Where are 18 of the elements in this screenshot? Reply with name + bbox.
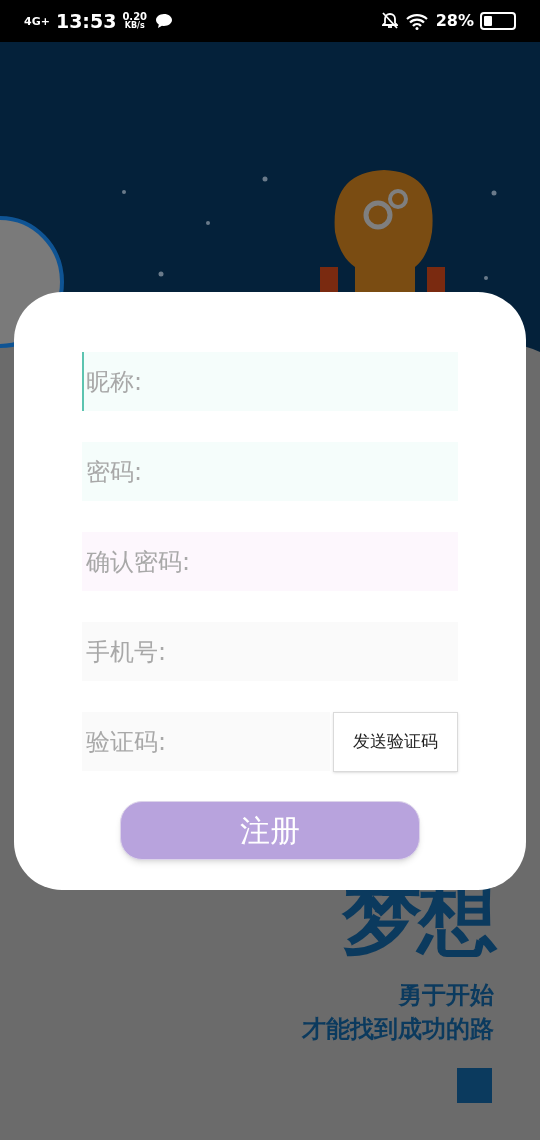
slogan-line: 才能找到成功的路	[302, 1014, 494, 1045]
slogan-line: 勇于开始	[398, 980, 494, 1011]
input-field[interactable]: 密码:	[82, 442, 458, 501]
input-field[interactable]: 手机号:	[82, 622, 458, 681]
battery-icon	[480, 12, 516, 30]
speed-unit: KB/s	[124, 22, 145, 30]
send-code-button[interactable]: 发送验证码	[333, 711, 458, 772]
square-mark	[457, 1068, 492, 1103]
bell-off-icon	[381, 12, 398, 30]
wifi-icon	[405, 12, 428, 30]
code-input-field[interactable]: 验证码:	[82, 712, 330, 771]
battery-percent: 28%	[435, 10, 474, 32]
input-field[interactable]: 昵称:	[82, 352, 458, 411]
input-field[interactable]: 确认密码:	[82, 532, 458, 591]
message-icon	[155, 13, 174, 29]
network-indicator: 4G+	[24, 15, 50, 27]
speed-value: 0.20	[122, 12, 148, 22]
clock: 13:53	[55, 8, 117, 34]
